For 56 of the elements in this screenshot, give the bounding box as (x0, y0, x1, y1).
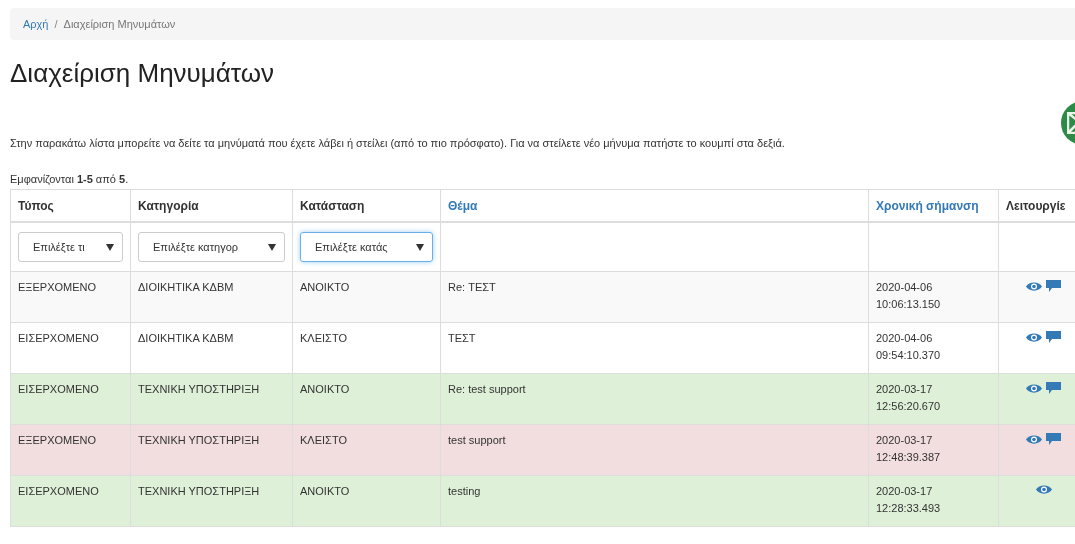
speech-bubble-icon[interactable] (1046, 433, 1061, 445)
date-text: 2020-03-17 (876, 433, 934, 447)
table-cell: ΕΞΕΡΧΟΜΕΝΟ (18, 281, 97, 293)
table-cell: ΑΝΟΙΚΤΟ (300, 485, 350, 497)
caret-icon (268, 243, 276, 251)
time-text: 12:48:39.387 (876, 450, 942, 464)
table-cell: test support (448, 434, 506, 446)
table-cell: testing (448, 485, 481, 497)
table-cell: ΔΙΟΙΚΗΤΙΚΑ ΚΔΒΜ (138, 332, 234, 344)
date-text: 2020-04-06 (876, 280, 934, 294)
table-cell: ΑΝΟΙΚΤΟ (300, 383, 350, 395)
table-cell: ΚΛΕΙΣΤΟ (300, 434, 347, 446)
filter-dropdown[interactable]: Επιλέξτε κατηγορ (138, 232, 285, 262)
filter-dropdown[interactable]: Επιλέξτε τι (18, 232, 123, 262)
caret-icon (106, 243, 114, 251)
breadcrumb-current: Διαχείριση Μηνυμάτων (63, 18, 176, 30)
breadcrumb-link[interactable]: Αρχή (23, 18, 49, 30)
table-cell: ΤΕΧΝΙΚΗ ΥΠΟΣΤΗΡΙΞΗ (138, 485, 260, 497)
caret-icon (416, 243, 424, 251)
speech-bubble-icon[interactable] (1046, 331, 1061, 343)
date-text: 2020-03-17 (876, 484, 934, 498)
column-header[interactable]: Θέμα (448, 199, 478, 213)
time-text: 10:06:13.150 (876, 297, 942, 311)
table-cell: ΑΝΟΙΚΤΟ (300, 281, 350, 293)
table-cell: ΤΕΣΤ (448, 332, 476, 344)
intro-text: Στην παρακάτω λίστα μπορείτε να δείτε τα μηνύματά που έχετε λάβει ή στείλει (από το πιο πρόσφατο). Για να στείλετε νέο μήνυμα πατήστε το κουμπί στα δεξιά. (10, 137, 785, 149)
table-cell: ΕΙΣΕΡΧΟΜΕΝΟ (18, 485, 99, 497)
table-cell: Re: test support (448, 383, 526, 395)
eye-icon[interactable] (1026, 281, 1042, 292)
breadcrumb-separator: / (54, 18, 58, 30)
table-cell: ΕΞΕΡΧΟΜΕΝΟ (18, 434, 97, 446)
eye-icon[interactable] (1026, 434, 1042, 445)
eye-icon[interactable] (1026, 383, 1042, 394)
table-cell: ΕΙΣΕΡΧΟΜΕΝΟ (18, 383, 99, 395)
speech-bubble-icon[interactable] (1046, 382, 1061, 394)
column-header: Κατάσταση (300, 199, 365, 213)
table-cell: ΔΙΟΙΚΗΤΙΚΑ ΚΔΒΜ (138, 281, 234, 293)
eye-icon[interactable] (1035, 484, 1052, 495)
table-cell: ΤΕΧΝΙΚΗ ΥΠΟΣΤΗΡΙΞΗ (138, 383, 260, 395)
results-summary: Εμφανίζονται 1-5 από 5. (10, 173, 130, 185)
date-text: 2020-04-06 (876, 331, 934, 345)
column-header: Λειτουργίε (1006, 199, 1066, 213)
column-header: Τύπος (18, 199, 54, 213)
time-text: 12:56:20.670 (876, 399, 942, 413)
table-cell: Re: ΤΕΣΤ (448, 281, 496, 293)
date-text: 2020-03-17 (876, 382, 934, 396)
time-text: 09:54:10.370 (876, 348, 942, 362)
table-cell: ΤΕΧΝΙΚΗ ΥΠΟΣΤΗΡΙΞΗ (138, 434, 260, 446)
column-header: Κατηγορία (138, 199, 199, 213)
table-cell: ΚΛΕΙΣΤΟ (300, 332, 347, 344)
filter-dropdown[interactable]: Επιλέξτε κατάς (300, 232, 433, 262)
eye-icon[interactable] (1026, 332, 1042, 343)
table-cell: ΕΙΣΕΡΧΟΜΕΝΟ (18, 332, 99, 344)
speech-bubble-icon[interactable] (1046, 280, 1061, 292)
time-text: 12:28:33.493 (876, 501, 942, 515)
page-title: Διαχείριση Μηνυμάτων (10, 58, 276, 89)
